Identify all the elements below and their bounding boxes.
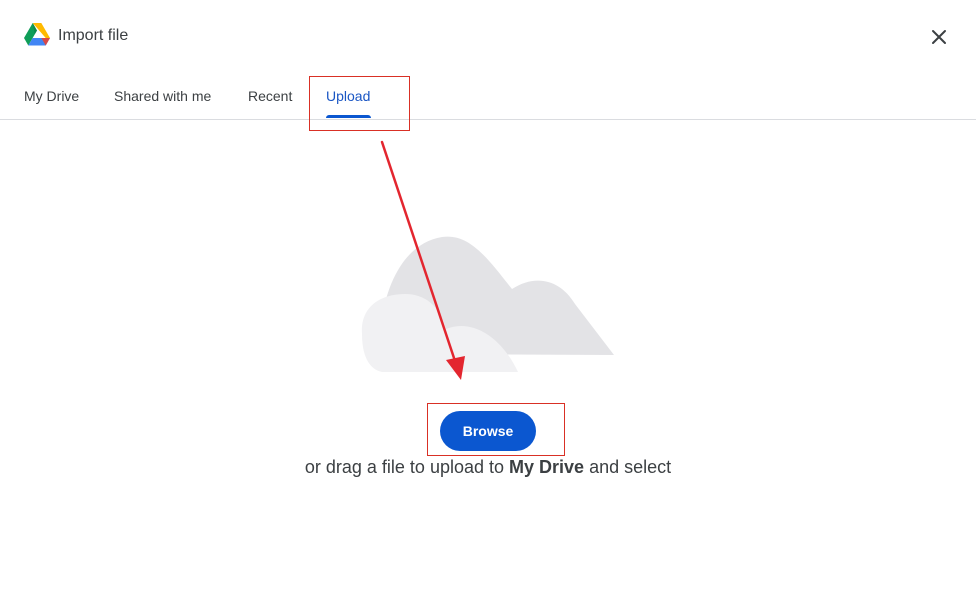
tab-upload[interactable]: Upload	[326, 76, 370, 120]
upload-hint: or drag a file to upload to My Drive and…	[0, 455, 976, 479]
hint-suffix: and select	[584, 457, 672, 477]
dialog-header: Import file	[0, 0, 976, 72]
active-tab-indicator	[326, 115, 371, 118]
hint-location: My Drive	[509, 457, 585, 477]
close-button[interactable]	[922, 20, 956, 54]
dialog-title: Import file	[58, 27, 129, 44]
import-file-dialog: Import file My Drive Shared with me Rece…	[0, 0, 976, 600]
hint-prefix: or drag a file to upload to	[304, 457, 510, 477]
google-drive-icon	[24, 23, 50, 46]
tab-bar: My Drive Shared with me Recent Upload	[0, 76, 976, 120]
browse-button[interactable]: Browse	[440, 411, 536, 451]
cloud-icon	[361, 236, 614, 372]
tab-recent[interactable]: Recent	[248, 76, 292, 120]
tab-my-drive[interactable]: My Drive	[24, 76, 79, 120]
close-icon	[932, 30, 946, 44]
tab-shared-with-me[interactable]: Shared with me	[114, 76, 211, 120]
